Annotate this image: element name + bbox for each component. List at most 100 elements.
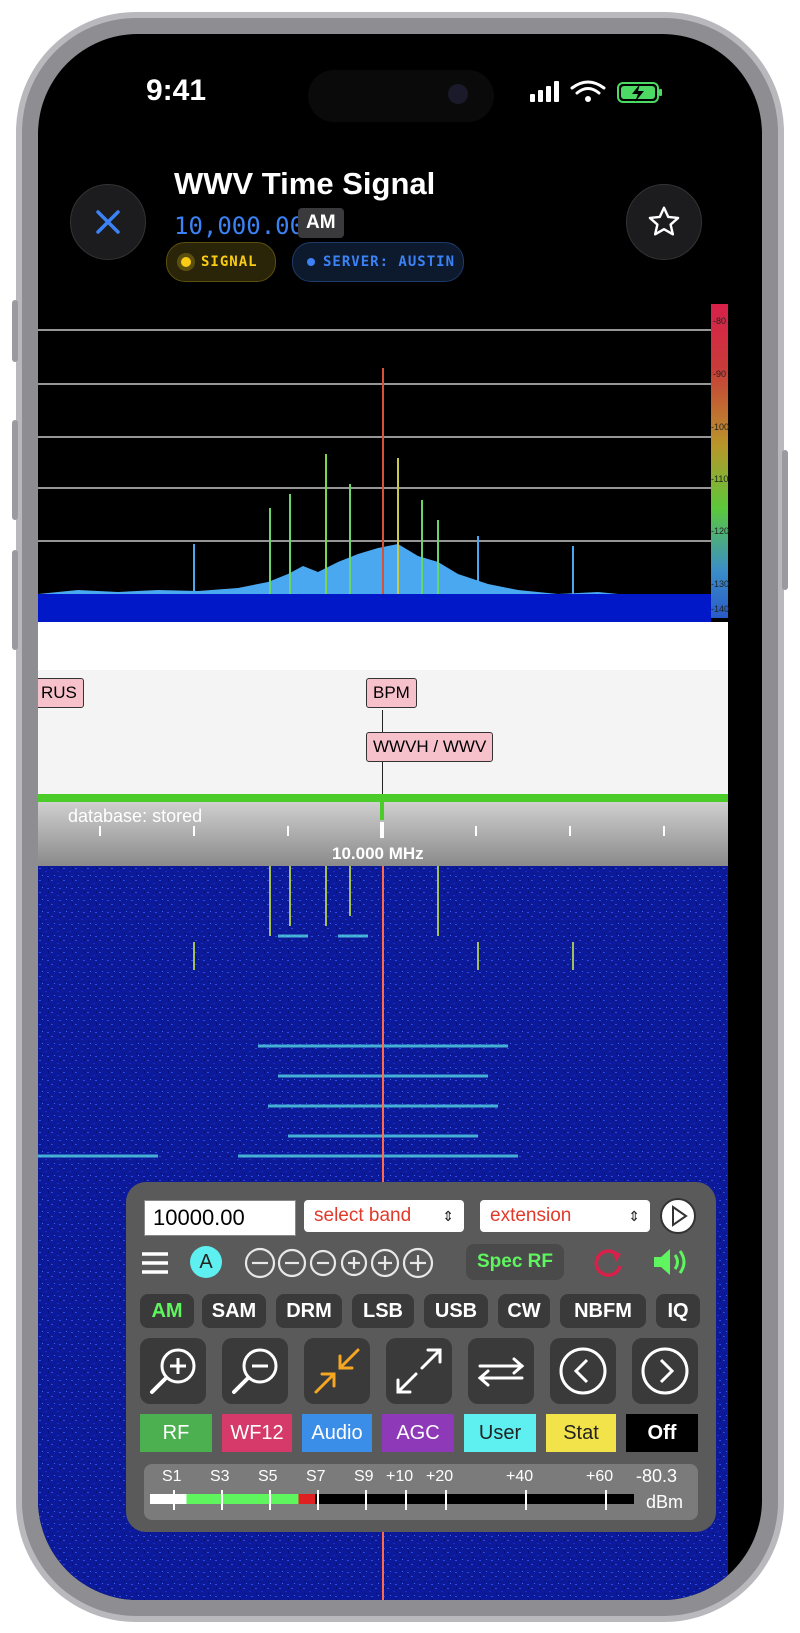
band-select-label: select band	[314, 1205, 412, 1226]
minus-medium-icon	[277, 1248, 307, 1278]
noise-floor	[38, 594, 711, 622]
extension-select[interactable]: extension ⇕	[480, 1200, 650, 1232]
minus-large-icon	[244, 1247, 276, 1279]
zoom-out-icon	[232, 1348, 278, 1394]
swap-arrows-icon	[477, 1357, 525, 1387]
db-label: -90	[713, 369, 727, 379]
db-colorbar: -80 -90 -100 -110 -120 -130 -140	[711, 304, 730, 618]
zoom-step-buttons[interactable]	[244, 1246, 440, 1280]
arrows-out-icon	[396, 1348, 442, 1394]
speaker-icon	[654, 1249, 686, 1275]
page-left-button[interactable]	[550, 1338, 616, 1404]
server-label: SERVER: AUSTIN	[323, 254, 456, 270]
db-label: -140	[711, 604, 730, 614]
play-button[interactable]	[658, 1196, 698, 1236]
wifi-icon	[570, 80, 606, 95]
chevron-left-icon	[559, 1347, 607, 1395]
server-dot-icon	[307, 258, 315, 266]
tab-stat[interactable]: Stat	[546, 1414, 616, 1452]
tab-off[interactable]: Off	[626, 1414, 698, 1452]
signal-pill: SIGNAL	[166, 242, 276, 282]
meter-label: +60	[586, 1468, 614, 1485]
close-button[interactable]	[70, 184, 146, 260]
db-label: -80	[713, 316, 727, 326]
camera-icon	[448, 84, 468, 104]
signal-label: SIGNAL	[201, 254, 258, 270]
meter-label: S7	[306, 1468, 326, 1485]
plus-small-icon	[340, 1249, 368, 1277]
zoom-max-out-button[interactable]	[386, 1338, 452, 1404]
meter-label: +10	[386, 1468, 414, 1485]
zoom-in-icon	[150, 1348, 196, 1394]
scale-ticks	[99, 822, 665, 838]
zoom-in-button[interactable]	[140, 1338, 206, 1404]
server-pill: SERVER: AUSTIN	[292, 242, 464, 282]
station-label-wwv[interactable]: WWVH / WWV	[366, 732, 494, 762]
menu-button[interactable]	[140, 1248, 170, 1278]
mode-sam-button[interactable]: SAM	[202, 1294, 266, 1328]
meter-value: -80.3	[636, 1466, 678, 1486]
signal-dot-icon	[181, 257, 191, 267]
signal-bars-icon	[530, 81, 559, 102]
battery-charging-icon	[617, 82, 662, 103]
favorite-button[interactable]	[626, 184, 702, 260]
tab-rf[interactable]: RF	[140, 1414, 212, 1452]
frequency-readout: 10,000.00	[174, 212, 305, 240]
status-icons	[530, 80, 662, 103]
station-title: WWV Time Signal	[174, 166, 436, 201]
db-label: -130	[711, 579, 730, 589]
station-label-rus[interactable]: RUS	[38, 678, 84, 708]
mode-badge: AM	[298, 208, 344, 238]
spectrum-display[interactable]	[38, 304, 728, 622]
tab-audio[interactable]: Audio	[302, 1414, 372, 1452]
meter-ticks	[173, 1490, 607, 1510]
station-labels-area: RUS BPM WWVH / WWV	[38, 670, 728, 794]
plus-medium-icon	[370, 1248, 400, 1278]
band-select[interactable]: select band ⇕	[304, 1200, 464, 1232]
db-label: -110	[711, 474, 729, 484]
station-label-bpm[interactable]: BPM	[366, 678, 417, 708]
mode-usb-button[interactable]: USB	[424, 1294, 488, 1328]
mode-lsb-button[interactable]: LSB	[352, 1294, 414, 1328]
mode-am-button[interactable]: AM	[140, 1294, 194, 1328]
control-panel: 10000.00 select band ⇕ extension ⇕ A Spe…	[126, 1182, 716, 1532]
frequency-input[interactable]: 10000.00	[144, 1200, 296, 1236]
center-frequency-label: 10.000 MHz	[332, 844, 424, 863]
chevron-right-icon	[641, 1347, 689, 1395]
meter-label: S5	[258, 1468, 278, 1485]
mode-cw-button[interactable]: CW	[498, 1294, 550, 1328]
select-chevron-icon: ⇕	[628, 1207, 640, 1224]
phone-screen: 9:41 WWV Time Signal 10,000.00 AM SIGNAL…	[38, 34, 762, 1600]
meter-label: S1	[162, 1468, 182, 1485]
meter-label: +20	[426, 1468, 454, 1485]
tuning-marker	[380, 794, 384, 820]
frequency-scale[interactable]: database: stored 10.000 MHz	[38, 794, 728, 866]
minus-small-icon	[309, 1249, 337, 1277]
mode-iq-button[interactable]: IQ	[656, 1294, 700, 1328]
mode-nbfm-button[interactable]: NBFM	[560, 1294, 646, 1328]
star-icon	[648, 206, 680, 236]
status-time: 9:41	[146, 74, 207, 107]
plus-large-icon	[402, 1247, 434, 1279]
tab-agc[interactable]: AGC	[382, 1414, 454, 1452]
select-chevron-icon: ⇕	[442, 1207, 454, 1224]
zoom-out-button[interactable]	[222, 1338, 288, 1404]
db-label: -120	[711, 526, 730, 536]
hamburger-icon	[142, 1252, 168, 1274]
spectrum-divider	[38, 622, 728, 670]
swap-button[interactable]	[468, 1338, 534, 1404]
extension-select-label: extension	[490, 1205, 572, 1226]
meter-label: +40	[506, 1468, 534, 1485]
mode-drm-button[interactable]: DRM	[276, 1294, 342, 1328]
reload-button[interactable]	[592, 1246, 626, 1280]
db-label: -100	[711, 422, 730, 432]
page-right-button[interactable]	[632, 1338, 698, 1404]
spec-rf-button[interactable]: Spec RF	[466, 1244, 564, 1280]
meter-unit: dBm	[646, 1492, 684, 1512]
meter-label: S3	[210, 1468, 230, 1485]
a-button[interactable]: A	[190, 1246, 222, 1278]
tab-wf12[interactable]: WF12	[222, 1414, 292, 1452]
zoom-to-band-button[interactable]	[304, 1338, 370, 1404]
tab-user[interactable]: User	[464, 1414, 536, 1452]
mute-button[interactable]	[650, 1244, 694, 1280]
